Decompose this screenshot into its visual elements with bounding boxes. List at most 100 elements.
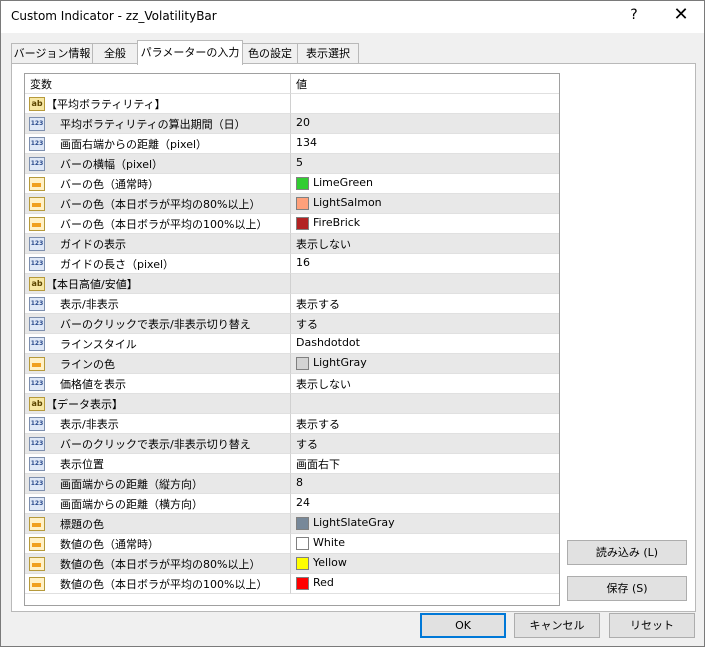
parameter-value: Red xyxy=(313,576,334,589)
parameter-name: 平均ボラティリティの算出期間（日） xyxy=(60,118,246,131)
tab-parameters[interactable]: パラメーターの入力 xyxy=(137,40,243,65)
help-button[interactable]: ? xyxy=(619,7,649,23)
color-type-icon xyxy=(29,357,45,371)
color-swatch xyxy=(296,537,309,550)
parameter-name: 【データ表示】 xyxy=(46,398,123,411)
parameter-name-cell: 123 価格値を表示 xyxy=(25,374,291,394)
integer-type-icon: 123 xyxy=(29,457,45,471)
parameter-value-cell[interactable]: LightSlateGray xyxy=(291,514,559,534)
parameter-value-cell[interactable]: Red xyxy=(291,574,559,594)
parameter-name: バーのクリックで表示/非表示切り替え xyxy=(60,438,251,451)
parameter-value-cell[interactable]: Yellow xyxy=(291,554,559,574)
parameter-row[interactable]: 標題の色 LightSlateGray xyxy=(25,514,559,534)
parameter-row[interactable]: 123 表示/非表示 表示する xyxy=(25,294,559,314)
parameter-name-cell: バーの色（通常時） xyxy=(25,174,291,194)
header-value-cell: 値 xyxy=(291,74,559,94)
parameter-value-cell[interactable]: LightGray xyxy=(291,354,559,374)
parameter-row[interactable]: バーの色（通常時） LimeGreen xyxy=(25,174,559,194)
parameter-value-cell[interactable]: White xyxy=(291,534,559,554)
parameter-value: LimeGreen xyxy=(313,176,373,189)
color-swatch xyxy=(296,557,309,570)
parameter-value-cell[interactable]: 20 xyxy=(291,114,559,134)
parameter-name-cell: 123 表示/非表示 xyxy=(25,294,291,314)
parameter-row[interactable]: 123 画面端からの距離（縦方向） 8 xyxy=(25,474,559,494)
parameter-value-cell[interactable]: LimeGreen xyxy=(291,174,559,194)
save-button[interactable]: 保存 (S) xyxy=(567,576,687,601)
parameter-value-cell[interactable]: する xyxy=(291,434,559,454)
tab-colors[interactable]: 色の設定 xyxy=(242,43,298,64)
parameter-name-cell: ab 【平均ボラティリティ】 xyxy=(25,94,291,114)
parameter-name: 価格値を表示 xyxy=(60,378,126,391)
tab-general[interactable]: 全般 xyxy=(92,43,138,64)
grid-section-row[interactable]: ab 【平均ボラティリティ】 xyxy=(25,94,559,114)
parameter-name: 画面端からの距離（横方向） xyxy=(60,498,203,511)
parameter-value: 表示する xyxy=(296,418,340,431)
parameter-value: LightSlateGray xyxy=(313,516,395,529)
color-type-icon xyxy=(29,177,45,191)
parameter-value-cell[interactable]: 16 xyxy=(291,254,559,274)
parameter-name: 数値の色（本日ボラが平均の100%以上） xyxy=(60,578,268,591)
parameter-value-cell[interactable]: する xyxy=(291,314,559,334)
integer-type-icon: 123 xyxy=(29,417,45,431)
parameter-value-cell[interactable] xyxy=(291,274,559,294)
parameter-row[interactable]: バーの色（本日ボラが平均の80%以上） LightSalmon xyxy=(25,194,559,214)
parameter-row[interactable]: 123 価格値を表示 表示しない xyxy=(25,374,559,394)
load-button[interactable]: 読み込み (L) xyxy=(567,540,687,565)
parameter-row[interactable]: 123 バーのクリックで表示/非表示切り替え する xyxy=(25,314,559,334)
parameter-row[interactable]: 123 バーの横幅（pixel） 5 xyxy=(25,154,559,174)
close-button[interactable]: ✕ xyxy=(661,4,701,25)
grid-section-row[interactable]: ab 【本日高値/安値】 xyxy=(25,274,559,294)
parameter-name-cell: 123 バーの横幅（pixel） xyxy=(25,154,291,174)
parameter-name: ラインの色 xyxy=(60,358,115,371)
parameter-row[interactable]: 123 画面右端からの距離（pixel） 134 xyxy=(25,134,559,154)
parameter-value-cell[interactable]: 画面右下 xyxy=(291,454,559,474)
ok-button[interactable]: OK xyxy=(420,613,506,638)
color-swatch xyxy=(296,177,309,190)
parameters-panel: 変数 値 ab 【平均ボラティリティ】 123 平均ボラティリティの算出期間（日） 20… xyxy=(11,63,696,612)
parameter-name-cell: 標題の色 xyxy=(25,514,291,534)
parameter-row[interactable]: 数値の色（本日ボラが平均の80%以上） Yellow xyxy=(25,554,559,574)
color-type-icon xyxy=(29,577,45,591)
parameter-row[interactable]: 123 ラインスタイル Dashdotdot xyxy=(25,334,559,354)
reset-button[interactable]: リセット xyxy=(609,613,695,638)
parameter-value-cell[interactable]: 表示する xyxy=(291,414,559,434)
parameter-row[interactable]: 123 ガイドの表示 表示しない xyxy=(25,234,559,254)
integer-type-icon: 123 xyxy=(29,477,45,491)
parameter-row[interactable]: 123 画面端からの距離（横方向） 24 xyxy=(25,494,559,514)
color-swatch xyxy=(296,517,309,530)
parameter-value-cell[interactable]: 24 xyxy=(291,494,559,514)
parameter-row[interactable]: ラインの色 LightGray xyxy=(25,354,559,374)
color-swatch xyxy=(296,357,309,370)
parameter-value-cell[interactable]: 表示しない xyxy=(291,374,559,394)
parameter-value-cell[interactable] xyxy=(291,94,559,114)
parameter-row[interactable]: 123 ガイドの長さ（pixel） 16 xyxy=(25,254,559,274)
parameter-row[interactable]: 123 バーのクリックで表示/非表示切り替え する xyxy=(25,434,559,454)
color-type-icon xyxy=(29,217,45,231)
cancel-button[interactable]: キャンセル xyxy=(514,613,600,638)
parameter-row[interactable]: 数値の色（通常時） White xyxy=(25,534,559,554)
parameter-name: 画面端からの距離（縦方向） xyxy=(60,478,203,491)
parameter-value-cell[interactable] xyxy=(291,394,559,414)
parameter-row[interactable]: 数値の色（本日ボラが平均の100%以上） Red xyxy=(25,574,559,594)
parameter-row[interactable]: 123 表示/非表示 表示する xyxy=(25,414,559,434)
parameter-value-cell[interactable]: 表示する xyxy=(291,294,559,314)
parameter-name-cell: ラインの色 xyxy=(25,354,291,374)
parameter-value-cell[interactable]: 表示しない xyxy=(291,234,559,254)
parameter-value-cell[interactable]: Dashdotdot xyxy=(291,334,559,354)
integer-type-icon: 123 xyxy=(29,317,45,331)
parameter-row[interactable]: 123 平均ボラティリティの算出期間（日） 20 xyxy=(25,114,559,134)
parameter-name: 標題の色 xyxy=(60,518,104,531)
tab-visualization[interactable]: 表示選択 xyxy=(297,43,359,64)
parameter-value-cell[interactable]: 8 xyxy=(291,474,559,494)
grid-section-row[interactable]: ab 【データ表示】 xyxy=(25,394,559,414)
parameter-value-cell[interactable]: FireBrick xyxy=(291,214,559,234)
color-type-icon xyxy=(29,557,45,571)
tab-version-info[interactable]: バージョン情報 xyxy=(11,43,93,64)
color-swatch xyxy=(296,217,309,230)
parameter-name-cell: 数値の色（通常時） xyxy=(25,534,291,554)
parameter-row[interactable]: バーの色（本日ボラが平均の100%以上） FireBrick xyxy=(25,214,559,234)
parameter-row[interactable]: 123 表示位置 画面右下 xyxy=(25,454,559,474)
parameter-value-cell[interactable]: LightSalmon xyxy=(291,194,559,214)
parameter-value-cell[interactable]: 5 xyxy=(291,154,559,174)
parameter-value-cell[interactable]: 134 xyxy=(291,134,559,154)
